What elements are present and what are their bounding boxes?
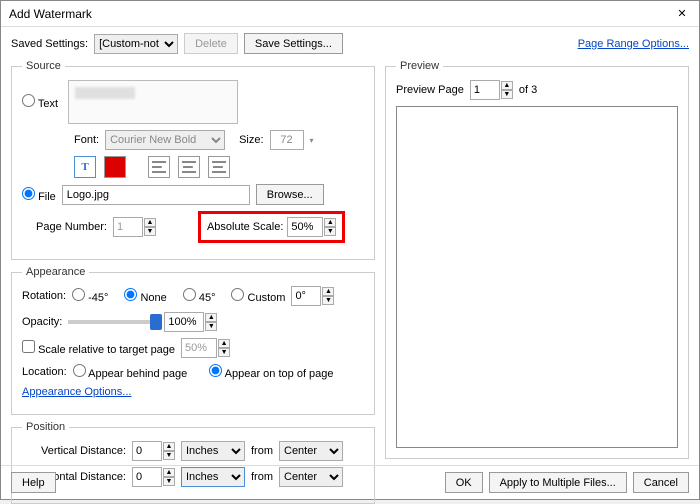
vdist-input[interactable] bbox=[132, 441, 162, 461]
close-icon[interactable]: ✕ bbox=[673, 5, 691, 23]
preview-page-label: Preview Page bbox=[396, 84, 464, 96]
preview-group: Preview Preview Page ▲▼ of 3 bbox=[385, 60, 689, 459]
appearance-group: Appearance Rotation: -45° None 45° Custo… bbox=[11, 266, 375, 415]
chevron-down-icon[interactable]: ▼ bbox=[324, 227, 336, 236]
behind-radio[interactable] bbox=[73, 364, 86, 377]
vdist-unit-select[interactable]: Inches bbox=[181, 441, 245, 461]
text-color-tool[interactable]: T bbox=[74, 156, 96, 178]
opacity-input[interactable] bbox=[164, 312, 204, 332]
file-path-input[interactable] bbox=[62, 185, 250, 205]
size-label: Size: bbox=[239, 134, 263, 146]
page-number-stepper[interactable]: ▲▼ bbox=[113, 217, 156, 237]
rot-custom-radio[interactable] bbox=[231, 288, 244, 301]
preview-pane bbox=[396, 106, 678, 448]
page-number-label: Page Number: bbox=[36, 221, 107, 233]
page-range-options-link[interactable]: Page Range Options... bbox=[578, 38, 689, 50]
absolute-scale-stepper[interactable]: ▲▼ bbox=[287, 217, 336, 237]
saved-settings-select[interactable]: [Custom-not saved] bbox=[94, 34, 178, 54]
from-label: from bbox=[251, 445, 273, 457]
file-radio-row[interactable]: File bbox=[22, 187, 56, 203]
source-group: Source Text Font: Courier New Bold Size:… bbox=[11, 60, 375, 260]
preview-of-label: of 3 bbox=[519, 84, 537, 96]
scale-relative-checkbox[interactable] bbox=[22, 340, 35, 353]
absolute-scale-label: Absolute Scale: bbox=[207, 221, 283, 233]
align-left-button[interactable] bbox=[148, 156, 170, 178]
size-input[interactable] bbox=[270, 130, 304, 150]
source-legend: Source bbox=[22, 60, 65, 72]
vdist-stepper[interactable]: ▲▼ bbox=[132, 441, 175, 461]
appearance-legend: Appearance bbox=[22, 266, 89, 278]
slider-thumb[interactable] bbox=[150, 314, 162, 330]
appearance-options-link[interactable]: Appearance Options... bbox=[22, 386, 131, 398]
text-radio[interactable] bbox=[22, 94, 35, 107]
chevron-up-icon[interactable]: ▲ bbox=[144, 218, 156, 227]
footer: Help OK Apply to Multiple Files... Cance… bbox=[1, 465, 699, 499]
titlebar: Add Watermark ✕ bbox=[1, 1, 699, 27]
save-settings-button[interactable]: Save Settings... bbox=[244, 33, 343, 54]
saved-settings-label: Saved Settings: bbox=[11, 38, 88, 50]
preview-page-input[interactable] bbox=[470, 80, 500, 100]
ontop-radio[interactable] bbox=[209, 364, 222, 377]
scale-relative-input[interactable] bbox=[181, 338, 217, 358]
rot-none-radio[interactable] bbox=[124, 288, 137, 301]
rotation-value-stepper[interactable]: ▲▼ bbox=[291, 286, 334, 306]
rot-m45-radio[interactable] bbox=[72, 288, 85, 301]
absolute-scale-highlight: Absolute Scale: ▲▼ bbox=[198, 211, 345, 243]
preview-page-stepper[interactable]: ▲▼ bbox=[470, 80, 513, 100]
window-title: Add Watermark bbox=[9, 7, 92, 21]
location-label: Location: bbox=[22, 366, 67, 378]
ok-button[interactable]: OK bbox=[445, 472, 483, 493]
text-radio-row[interactable]: Text bbox=[22, 94, 58, 110]
opacity-slider[interactable] bbox=[68, 320, 158, 324]
browse-button[interactable]: Browse... bbox=[256, 184, 324, 205]
apply-multiple-button[interactable]: Apply to Multiple Files... bbox=[489, 472, 627, 493]
add-watermark-dialog: Add Watermark ✕ Saved Settings: [Custom-… bbox=[0, 0, 700, 500]
align-right-button[interactable] bbox=[208, 156, 230, 178]
absolute-scale-input[interactable] bbox=[287, 217, 323, 237]
font-label: Font: bbox=[74, 134, 99, 146]
delete-button[interactable]: Delete bbox=[184, 33, 238, 54]
text-preview-box bbox=[68, 80, 238, 124]
preview-legend: Preview bbox=[396, 60, 443, 72]
align-center-button[interactable] bbox=[178, 156, 200, 178]
help-button[interactable]: Help bbox=[11, 472, 56, 493]
font-select[interactable]: Courier New Bold bbox=[105, 130, 225, 150]
vdist-from-select[interactable]: Center bbox=[279, 441, 343, 461]
opacity-stepper[interactable]: ▲▼ bbox=[164, 312, 217, 332]
opacity-label: Opacity: bbox=[22, 316, 62, 328]
position-legend: Position bbox=[22, 421, 69, 433]
saved-settings-row: Saved Settings: [Custom-not saved] Delet… bbox=[1, 27, 699, 60]
chevron-up-icon[interactable]: ▲ bbox=[324, 218, 336, 227]
rot-45-radio[interactable] bbox=[183, 288, 196, 301]
color-swatch[interactable] bbox=[104, 156, 126, 178]
rotation-label: Rotation: bbox=[22, 290, 66, 302]
chevron-down-icon[interactable]: ▼ bbox=[144, 227, 156, 236]
scale-relative-stepper[interactable]: ▲▼ bbox=[181, 338, 230, 358]
vdist-label: Vertical Distance: bbox=[22, 445, 126, 457]
rotation-value-input[interactable] bbox=[291, 286, 321, 306]
page-number-input[interactable] bbox=[113, 217, 143, 237]
cancel-button[interactable]: Cancel bbox=[633, 472, 689, 493]
size-dropdown-icon[interactable]: ▾ bbox=[310, 136, 314, 145]
file-radio[interactable] bbox=[22, 187, 35, 200]
